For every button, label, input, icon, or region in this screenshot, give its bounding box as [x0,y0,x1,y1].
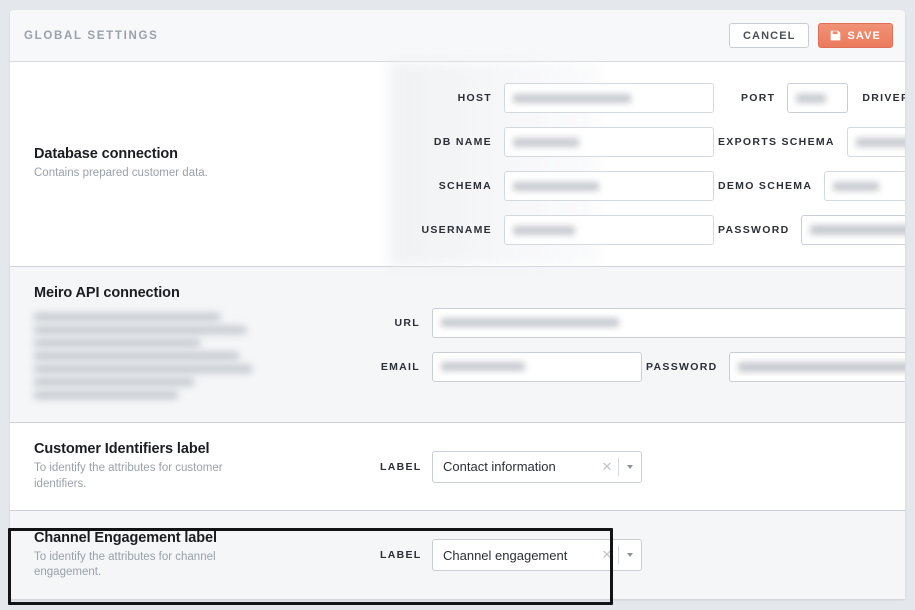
field-email-label: EMAIL [380,360,420,373]
field-row-username: USERNAME PASSWORD [380,215,905,245]
field-password-api-label: PASSWORD [646,360,718,373]
dbname-input[interactable] [504,127,714,157]
email-value-redacted [441,362,525,371]
header-actions: CANCEL SAVE [729,23,893,48]
global-settings-card: GLOBAL SETTINGS CANCEL SAVE Database con… [10,10,905,600]
field-customer-label: LABEL Contact information ✕ [380,450,642,483]
customer-identifiers-close-icon[interactable]: ✕ [596,459,618,475]
field-username: USERNAME [380,215,714,245]
demo-schema-value-redacted [833,181,880,191]
section-meiro-api-info: Meiro API connection [10,285,380,404]
section-customer-identifiers-label: Customer Identifiers label To identify t… [10,423,905,512]
section-description: To identify the attributes for channel e… [34,550,216,579]
section-meiro-api-fields: URL EMAIL PASSWORD [380,285,905,404]
save-button-label: SAVE [847,29,881,42]
section-channel-engagement-fields: LABEL Channel engagement ✕ [380,529,883,581]
section-title: Customer Identifiers label [34,441,210,457]
field-channel-label: LABEL Channel engagement ✕ [380,539,642,572]
field-port: PORT [741,83,849,113]
section-customer-identifiers-fields: LABEL Contact information ✕ [380,441,883,492]
field-password-api: PASSWORD [646,351,905,382]
schema-value-redacted [513,181,599,191]
field-row-host: HOST PORT DRIVER [380,83,905,113]
field-row-customer-label: LABEL Contact information ✕ [380,450,883,483]
field-exports-schema-label: EXPORTS SCHEMA [718,136,835,148]
channel-engagement-close-icon[interactable]: ✕ [596,547,618,563]
section-meiro-api-connection: Meiro API connection URL EMAIL PASSWORD [10,267,905,423]
password-db-value-redacted [810,225,905,235]
section-description: To identify the attributes for customer … [34,462,223,490]
field-username-label: USERNAME [421,224,492,236]
password-api-value-redacted [738,361,905,372]
save-disk-icon [830,30,841,41]
url-input[interactable] [432,307,905,338]
password-db-input[interactable] [801,215,905,245]
field-demo-schema-label: DEMO SCHEMA [718,180,813,192]
section-database-connection-info: Database connection Contains prepared cu… [10,80,380,248]
field-schema-label: SCHEMA [438,180,492,192]
field-customer-label-label: LABEL [380,460,422,473]
section-title: Channel Engagement label [34,529,217,546]
cancel-button-label: CANCEL [743,29,796,42]
field-schema: SCHEMA [380,171,714,201]
field-email: EMAIL [380,351,642,382]
save-button[interactable]: SAVE [818,23,893,48]
field-host: HOST [380,83,714,113]
port-value-redacted [796,93,827,103]
field-host-label: HOST [457,92,492,104]
section-customer-identifiers-info: Customer Identifiers label To identify t… [10,441,380,492]
password-api-input[interactable] [729,351,905,382]
field-channel-label-label: LABEL [380,549,422,562]
field-dbname-label: DB NAME [433,136,492,148]
username-input[interactable] [504,215,714,245]
field-url-label: URL [394,316,420,329]
field-row-email: EMAIL PASSWORD [380,351,905,382]
url-value-redacted [441,318,619,327]
section-description-redacted [34,313,252,404]
field-row-dbname: DB NAME EXPORTS SCHEMA [380,127,905,157]
field-password-db-label: PASSWORD [718,224,790,236]
customer-identifiers-chevron-down-icon[interactable] [619,464,641,469]
page-title: GLOBAL SETTINGS [24,29,159,42]
schema-input[interactable] [504,171,714,201]
section-channel-engagement-info: Channel Engagement label To identify the… [10,529,380,581]
field-port-label: PORT [741,92,776,104]
customer-identifiers-select[interactable]: Contact information ✕ [432,450,642,483]
field-driver-label: DRIVER [862,92,905,104]
field-row-schema: SCHEMA DEMO SCHEMA [380,171,905,201]
field-url: URL [380,307,905,338]
field-row-channel-label: LABEL Channel engagement ✕ [380,539,883,572]
dbname-value-redacted [513,137,579,147]
field-driver: DRIVER [862,83,905,113]
channel-engagement-chevron-down-icon[interactable] [619,553,641,558]
section-database-connection: Database connection Contains prepared cu… [10,62,905,267]
channel-engagement-select[interactable]: Channel engagement ✕ [432,539,642,572]
field-exports-schema: EXPORTS SCHEMA [718,127,905,157]
settings-page: GLOBAL SETTINGS CANCEL SAVE Database con… [0,0,915,610]
field-demo-schema: DEMO SCHEMA [718,171,905,201]
field-row-url: URL [380,307,905,338]
exports-schema-input[interactable] [846,127,905,157]
section-channel-engagement-label: Channel Engagement label To identify the… [10,511,905,600]
channel-engagement-select-value: Channel engagement [443,547,568,563]
section-title: Meiro API connection [34,285,180,301]
field-password-db: PASSWORD [718,215,905,245]
cancel-button[interactable]: CANCEL [729,23,810,48]
port-input[interactable] [787,83,849,113]
email-input[interactable] [432,351,642,382]
host-value-redacted [513,93,631,103]
demo-schema-input[interactable] [824,171,905,201]
exports-schema-value-redacted [855,137,905,147]
card-header: GLOBAL SETTINGS CANCEL SAVE [10,10,905,62]
section-title: Database connection [34,146,178,163]
username-value-redacted [513,225,575,235]
section-description: Contains prepared customer data. [34,167,208,180]
section-database-connection-fields: HOST PORT DRIVER [380,80,905,248]
customer-identifiers-select-value: Contact information [443,459,556,475]
field-dbname: DB NAME [380,127,714,157]
host-input[interactable] [504,83,714,113]
